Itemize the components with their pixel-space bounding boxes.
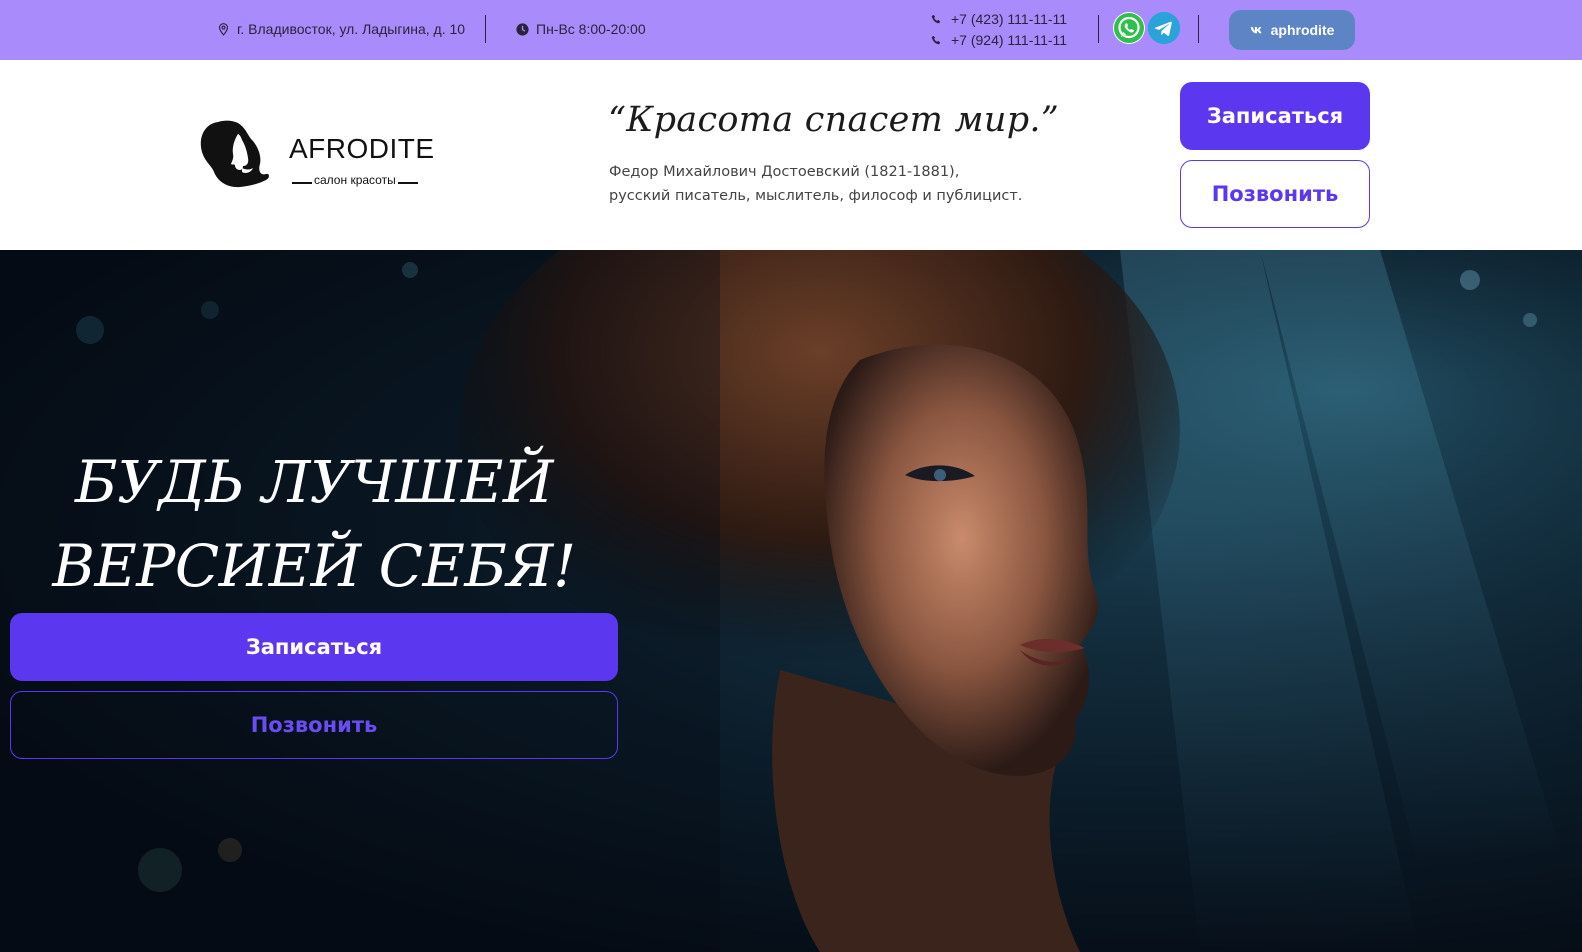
tagline-line [397, 182, 418, 184]
phone-number: +7 (423) 111-11-11 [951, 11, 1068, 27]
tagline-text: салон красоты [314, 173, 396, 187]
working-hours: Пн-Вс 8:00-20:00 [516, 21, 646, 37]
vk-icon [1250, 26, 1262, 33]
quote-author-line: Федор Михайлович Достоевский (1821-1881)… [609, 164, 960, 180]
clock-icon [516, 22, 529, 36]
hero-title-line: БУДЬ ЛУЧШЕЙ [75, 448, 553, 516]
hero-title: БУДЬ ЛУЧШЕЙ ВЕРСИЕЙ СЕБЯ! [10, 440, 618, 608]
logo-name: AFRODITE [289, 133, 435, 164]
vk-link-button[interactable]: aphrodite [1229, 10, 1355, 50]
phone-icon [931, 35, 941, 44]
quote-author: Федор Михайлович Достоевский (1821-1881)… [609, 160, 1022, 208]
map-pin-icon [218, 22, 229, 36]
top-info-bar: г. Владивосток, ул. Ладыгина, д. 10 Пн-В… [0, 0, 1582, 60]
telegram-button[interactable] [1148, 12, 1180, 44]
address[interactable]: г. Владивосток, ул. Ладыгина, д. 10 [217, 21, 465, 37]
whatsapp-button[interactable] [1113, 12, 1145, 44]
book-button[interactable]: Записаться [1180, 82, 1370, 150]
quote-text: “Красота спасет мир.” [608, 100, 1060, 140]
divider [1198, 15, 1199, 43]
quote-author-line: русский писатель, мыслитель, философ и п… [609, 188, 1023, 204]
hero-book-button[interactable]: Записаться [10, 613, 618, 681]
whatsapp-icon [1114, 13, 1144, 43]
vk-label: aphrodite [1270, 22, 1335, 38]
address-text: г. Владивосток, ул. Ладыгина, д. 10 [237, 21, 466, 37]
hero-title-line: ВЕРСИЕЙ СЕБЯ! [52, 532, 576, 600]
phone-link[interactable]: +7 (924) 111-11-11 [931, 31, 1067, 49]
logo-tagline: салон красоты [292, 173, 418, 187]
hero-call-button[interactable]: Позвонить [10, 691, 618, 759]
call-button[interactable]: Позвонить [1180, 160, 1370, 228]
hero-section: БУДЬ ЛУЧШЕЙ ВЕРСИЕЙ СЕБЯ! Записаться Поз… [0, 250, 1582, 952]
phone-icon [931, 14, 941, 23]
divider [1098, 15, 1099, 43]
phone-link[interactable]: +7 (423) 111-11-11 [931, 10, 1067, 28]
telegram-icon [1148, 12, 1180, 44]
phone-number: +7 (924) 111-11-11 [951, 32, 1068, 48]
hours-text: Пн-Вс 8:00-20:00 [536, 21, 646, 37]
tagline-line [292, 182, 312, 184]
phone-list: +7 (423) 111-11-11 +7 (924) 111-11-11 [931, 10, 1067, 49]
divider [485, 15, 486, 43]
logo-silhouette-icon[interactable] [198, 118, 272, 190]
